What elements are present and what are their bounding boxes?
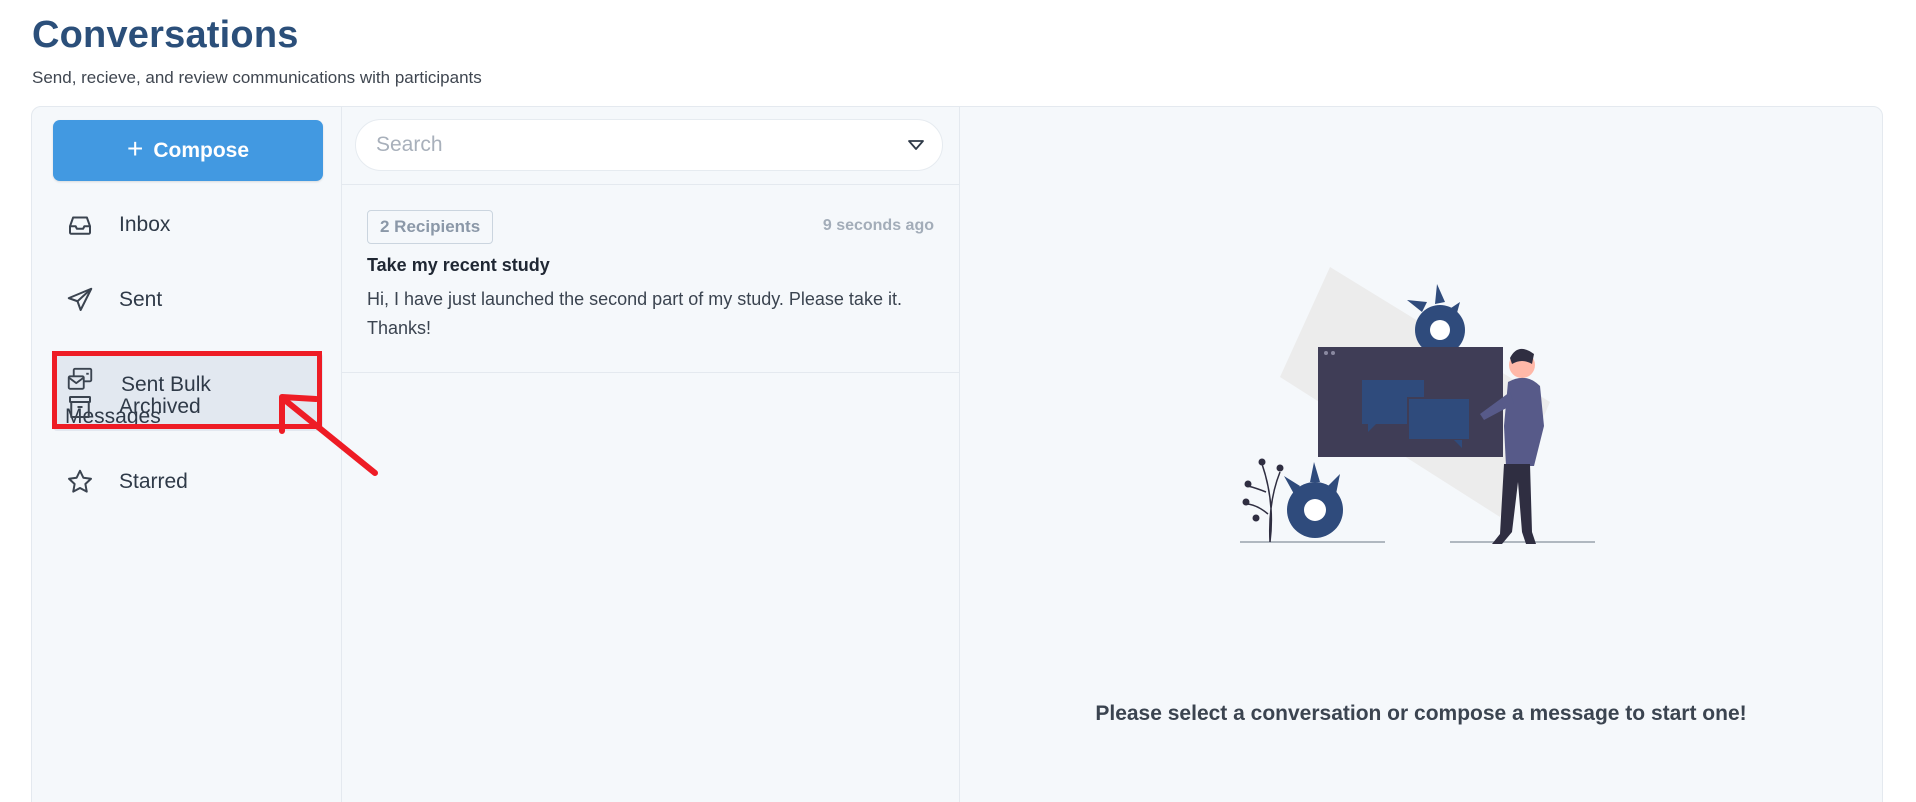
chat-bubble-front xyxy=(1407,397,1471,441)
flower-center-top xyxy=(1430,320,1450,340)
sidebar-item-label: Sent xyxy=(119,288,163,311)
empty-state-illustration xyxy=(1240,267,1595,544)
flower-center-bottom xyxy=(1304,499,1326,521)
recipients-badge: 2 Recipients xyxy=(367,210,494,244)
plant-berry xyxy=(1252,514,1260,522)
search-bar xyxy=(355,119,943,171)
empty-state-message: Please select a conversation or compose … xyxy=(1095,702,1747,725)
sidebar-item-sent[interactable]: Sent xyxy=(53,273,323,327)
window-dot xyxy=(1324,351,1328,355)
list-item[interactable]: 2 Recipients 9 seconds ago Take my recen… xyxy=(342,185,959,373)
plant-stems xyxy=(1245,463,1281,543)
chevron-down-icon[interactable] xyxy=(904,133,928,157)
inbox-icon xyxy=(63,208,97,242)
page-title: Conversations xyxy=(32,14,299,56)
paper-plane-icon xyxy=(63,283,97,317)
archive-box-icon xyxy=(63,390,97,424)
search-input[interactable] xyxy=(374,132,904,158)
plus-icon: + xyxy=(126,133,144,164)
plant-berry xyxy=(1242,498,1250,506)
plant-berry xyxy=(1244,480,1252,488)
person-torso xyxy=(1504,377,1544,466)
conversation-timestamp: 9 seconds ago xyxy=(822,217,934,234)
conversations-panel: + Compose Inbox Sent Sent Bulk Messages … xyxy=(31,106,1883,802)
sidebar-item-label: Inbox xyxy=(119,213,171,236)
compose-button[interactable]: + Compose xyxy=(53,120,323,181)
sidebar: + Compose Inbox Sent Sent Bulk Messages … xyxy=(32,107,342,802)
sidebar-item-archived[interactable]: Archived xyxy=(53,380,323,434)
sidebar-item-label: Starred xyxy=(119,470,188,493)
conversations-page: Conversations Send, recieve, and review … xyxy=(0,0,1916,802)
plant-berry xyxy=(1276,464,1284,472)
conversation-list: 2 Recipients 9 seconds ago Take my recen… xyxy=(342,107,960,802)
sidebar-item-inbox[interactable]: Inbox xyxy=(53,198,323,252)
plant-berry xyxy=(1258,458,1266,466)
conversation-subject: Take my recent study xyxy=(367,255,550,275)
compose-label: Compose xyxy=(153,138,250,162)
conversation-detail: Please select a conversation or compose … xyxy=(960,107,1882,802)
conversation-preview: Hi, I have just launched the second part… xyxy=(367,289,902,338)
sidebar-item-starred[interactable]: Starred xyxy=(53,455,323,509)
window-dot xyxy=(1331,351,1335,355)
star-icon xyxy=(63,465,97,499)
page-subtitle: Send, recieve, and review communications… xyxy=(32,68,482,87)
sidebar-item-label: Archived xyxy=(119,395,201,418)
